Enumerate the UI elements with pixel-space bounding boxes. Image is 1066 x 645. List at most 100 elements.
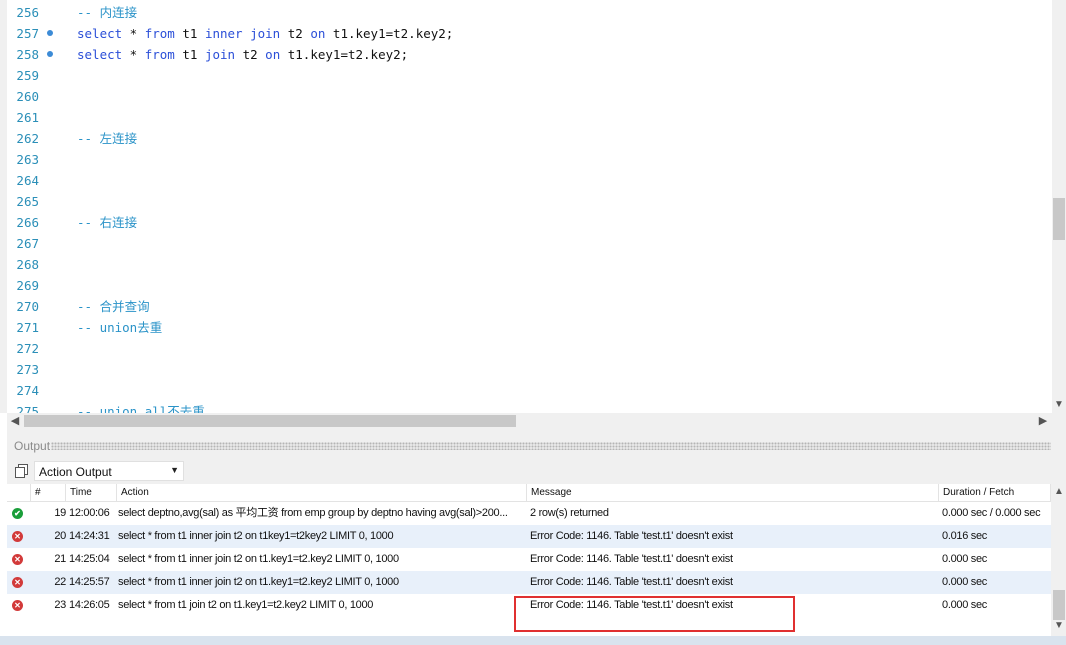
window-bottom-border — [0, 636, 1066, 645]
table-row[interactable]: ✔ 19 12:00:06 select deptno,avg(sal) as 平均工… — [7, 502, 1051, 525]
sql-text: t1.key1=t2.key2; — [280, 47, 409, 62]
column-header-action[interactable]: Action — [117, 484, 527, 502]
row-time: 12:00:06 — [69, 507, 110, 519]
line-number: 269 — [16, 278, 39, 293]
code-line[interactable]: 266 -- 右连接 — [7, 212, 1052, 233]
sql-text: t2 — [235, 47, 266, 62]
line-number: 258 — [16, 47, 39, 62]
row-action: select * from t1 inner join t2 on t1.key… — [118, 576, 399, 588]
sql-editor[interactable]: 256 -- 内连接 257 select * from t1 inner join … — [0, 0, 1066, 413]
code-line[interactable]: 268 — [7, 254, 1052, 275]
line-number: 262 — [16, 131, 39, 146]
code-line[interactable]: 275 -- union all不去重 — [7, 401, 1052, 413]
sql-text: * — [122, 26, 145, 41]
line-number: 265 — [16, 194, 39, 209]
sql-keyword: on — [265, 47, 281, 62]
column-header-message[interactable]: Message — [527, 484, 939, 502]
code-text: -- 合并查询 — [77, 296, 150, 317]
code-line[interactable]: 260 — [7, 86, 1052, 107]
line-number: 256 — [16, 5, 39, 20]
copy-icon[interactable] — [15, 464, 28, 478]
table-row[interactable]: ✕ 22 14:25:57 select * from t1 inner join t… — [7, 571, 1051, 594]
table-row[interactable]: ✕ 20 14:24:31 select * from t1 inner join t… — [7, 525, 1051, 548]
line-number: 268 — [16, 257, 39, 272]
check-circle-icon: ✔ — [12, 508, 23, 519]
line-number: 261 — [16, 110, 39, 125]
sql-comment: -- union all不去重 — [77, 404, 205, 413]
row-message: Error Code: 1146. Table 'test.t1' doesn'… — [530, 576, 733, 588]
column-header-number[interactable]: # — [31, 484, 66, 502]
row-message: Error Code: 1146. Table 'test.t1' doesn'… — [530, 530, 733, 542]
sql-keyword: from — [144, 26, 175, 41]
line-number: 263 — [16, 152, 39, 167]
code-line[interactable]: 270 -- 合并查询 — [7, 296, 1052, 317]
statement-marker-icon[interactable] — [47, 51, 53, 57]
error-circle-icon: ✕ — [12, 531, 23, 542]
code-line[interactable]: 274 — [7, 380, 1052, 401]
code-line[interactable]: 264 — [7, 170, 1052, 191]
code-line[interactable]: 259 — [7, 65, 1052, 86]
line-number: 271 — [16, 320, 39, 335]
sql-keyword: from — [144, 47, 175, 62]
code-line[interactable]: 267 — [7, 233, 1052, 254]
sql-text: * — [122, 47, 145, 62]
line-number: 270 — [16, 299, 39, 314]
scroll-down-arrow-icon[interactable]: ▼ — [1052, 620, 1066, 631]
code-line[interactable]: 269 — [7, 275, 1052, 296]
column-header-time[interactable]: Time — [66, 484, 117, 502]
sql-keyword: inner join — [204, 26, 281, 41]
editor-horizontal-scroll-thumb[interactable] — [24, 415, 516, 427]
code-line[interactable]: 261 — [7, 107, 1052, 128]
code-line[interactable]: 257 select * from t1 inner join t2 on t1.… — [7, 23, 1052, 44]
scroll-right-arrow-icon[interactable]: ▶ — [1036, 413, 1050, 429]
highlight-annotation-box — [514, 596, 795, 632]
code-text: -- union去重 — [77, 317, 162, 338]
line-number: 266 — [16, 215, 39, 230]
statement-marker-icon[interactable] — [47, 30, 53, 36]
chevron-down-icon: ▼ — [170, 465, 179, 475]
output-type-select[interactable]: Action Output ▼ — [34, 461, 184, 481]
row-time: 14:25:04 — [69, 553, 110, 565]
row-time: 14:25:57 — [69, 576, 110, 588]
sql-text: t1.key1=t2.key2; — [325, 26, 454, 41]
code-text: select * from t1 inner join t2 on t1.key… — [77, 23, 453, 44]
output-vertical-scroll-thumb[interactable] — [1053, 590, 1065, 620]
code-line[interactable]: 271 -- union去重 — [7, 317, 1052, 338]
row-number: 23 — [54, 599, 66, 611]
output-header: Output — [7, 437, 1066, 455]
sql-comment: -- 合并查询 — [77, 299, 150, 314]
code-line[interactable]: 263 — [7, 149, 1052, 170]
sql-keyword: select — [77, 26, 123, 41]
editor-vertical-scroll-thumb[interactable] — [1053, 198, 1065, 240]
sql-keyword: join — [204, 47, 236, 62]
sql-keyword: select — [77, 47, 123, 62]
row-duration: 0.000 sec — [942, 553, 988, 565]
row-duration: 0.000 sec / 0.000 sec — [942, 507, 1041, 519]
error-circle-icon: ✕ — [12, 600, 23, 611]
output-type-select-value: Action Output — [39, 465, 112, 479]
code-line[interactable]: 258 select * from t1 join t2 on t1.key1=t… — [7, 44, 1052, 65]
sql-comment: -- 内连接 — [77, 5, 138, 20]
code-text: select * from t1 join t2 on t1.key1=t2.k… — [77, 44, 408, 65]
code-line[interactable]: 262 -- 左连接 — [7, 128, 1052, 149]
scroll-left-arrow-icon[interactable]: ◀ — [8, 413, 22, 429]
row-duration: 0.000 sec — [942, 576, 988, 588]
code-line[interactable]: 256 -- 内连接 — [7, 2, 1052, 23]
row-duration: 0.016 sec — [942, 530, 988, 542]
code-line[interactable]: 273 — [7, 359, 1052, 380]
line-number: 272 — [16, 341, 39, 356]
row-action: select * from t1 inner join t2 on t1key1… — [118, 530, 394, 542]
line-number: 260 — [16, 89, 39, 104]
code-line[interactable]: 272 — [7, 338, 1052, 359]
panel-drag-grip[interactable] — [51, 442, 1051, 450]
scroll-up-arrow-icon[interactable]: ▲ — [1052, 486, 1066, 497]
table-row[interactable]: ✕ 21 14:25:04 select * from t1 inner join t… — [7, 548, 1051, 571]
scroll-down-arrow-icon[interactable]: ▼ — [1052, 398, 1066, 412]
row-time: 14:26:05 — [69, 599, 110, 611]
code-text: -- 内连接 — [77, 2, 137, 23]
column-header-status[interactable] — [7, 484, 31, 502]
sql-comment: -- 左连接 — [77, 131, 138, 146]
column-header-duration[interactable]: Duration / Fetch — [939, 484, 1051, 502]
line-number: 275 — [16, 404, 39, 413]
code-line[interactable]: 265 — [7, 191, 1052, 212]
